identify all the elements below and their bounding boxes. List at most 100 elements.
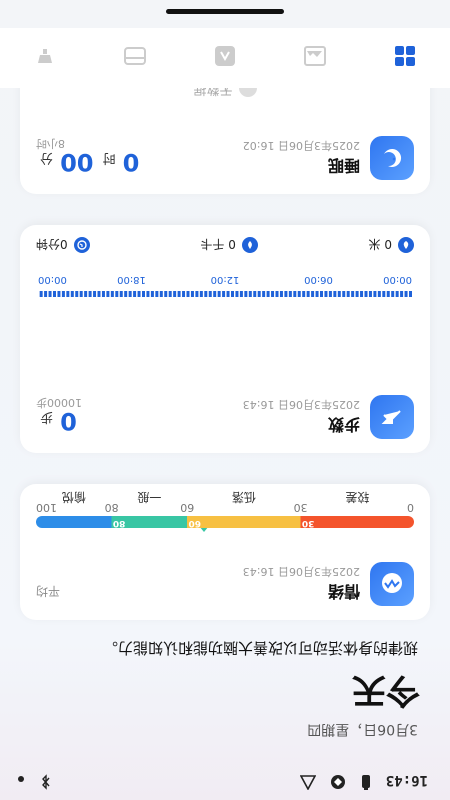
steps-bar (217, 291, 221, 297)
steps-bar (88, 291, 92, 297)
steps-footer: 0 米 0 千卡 0分钟 (36, 233, 414, 257)
sleep-minutes: 00 (60, 148, 94, 176)
grid-icon (395, 46, 415, 66)
label-bad: 较差 (345, 490, 370, 504)
steps-bar (266, 291, 270, 297)
steps-bar (70, 291, 74, 297)
steps-bar (84, 291, 88, 297)
steps-bar (93, 291, 97, 297)
steps-bar (324, 291, 328, 297)
tab-bar (0, 28, 450, 88)
steps-card[interactable]: 步数 2025年3月06日 16:43 0 步 10000步 00:00 06:0… (20, 225, 430, 453)
steps-bar (297, 291, 301, 297)
steps-bar (159, 291, 163, 297)
steps-bar (271, 291, 275, 297)
scale-value-80: 80 (112, 518, 126, 528)
scale-value-30: 30 (301, 518, 315, 528)
steps-axis-tick: 12:00 (211, 274, 240, 285)
distance-value: 0 米 (368, 237, 392, 252)
steps-bar (79, 291, 83, 297)
steps-bar (391, 291, 395, 297)
sport-icon (215, 46, 235, 66)
steps-bar (320, 291, 323, 297)
steps-axis-tick: 18:00 (117, 274, 146, 285)
steps-bar (115, 291, 119, 297)
steps-bar (248, 291, 252, 297)
steps-bar (66, 291, 70, 297)
steps-bar (44, 291, 48, 297)
screen: 16:43 3月06日，星期四 今天 规律的身体活动可以改善大脑功能和认知能力。 (0, 0, 450, 800)
tab-sport[interactable] (212, 45, 238, 67)
tab-device[interactable] (302, 45, 328, 67)
steps-axis-tick: 00:00 (38, 274, 67, 285)
steps-bar (48, 291, 52, 297)
steps-bar (404, 291, 408, 297)
steps-bar (342, 291, 346, 297)
steps-bar (195, 291, 199, 297)
steps-bar (173, 291, 177, 297)
scale-value-60: 60 (188, 518, 201, 528)
mood-icon (370, 562, 414, 606)
steps-bar (213, 291, 217, 297)
steps-bar (97, 291, 101, 297)
steps-bar (257, 291, 261, 297)
bluetooth-icon (40, 770, 52, 790)
steps-chart: 00:00 06:00 12:00 18:00 00:00 (38, 274, 412, 297)
steps-bar (235, 291, 239, 297)
steps-bar (346, 291, 350, 297)
mood-time: 2025年3月06日 16:43 (242, 565, 360, 578)
steps-title: 步数 (327, 415, 360, 434)
steps-bar (168, 291, 172, 297)
distance-icon (398, 237, 414, 253)
steps-bar (128, 291, 132, 297)
steps-bar (244, 291, 248, 297)
steps-bar (306, 291, 310, 297)
page-title: 今天 (352, 670, 420, 710)
steps-bar (279, 291, 283, 297)
label-low: 低落 (231, 490, 256, 504)
steps-bar (337, 291, 341, 297)
steps-bar (208, 291, 212, 297)
steps-bar (409, 291, 412, 297)
steps-bar (39, 291, 43, 297)
steps-bar (186, 291, 190, 297)
mood-scale-labels: 较差 低落 一般 愉悦 (36, 490, 414, 516)
tab-home[interactable] (392, 45, 418, 67)
steps-bar (146, 291, 150, 297)
steps-bar (142, 291, 145, 297)
steps-bar (328, 291, 332, 297)
steps-bar (293, 291, 297, 297)
steps-bar (61, 291, 65, 297)
steps-bar (386, 291, 390, 297)
steps-target: 10000步 (36, 396, 82, 409)
mood-scale-bar: 30 60 80 (36, 516, 414, 528)
label-normal: 一般 (137, 490, 162, 504)
dot-icon (18, 773, 24, 788)
steps-bar (150, 291, 154, 297)
card-icon (124, 47, 146, 65)
steps-axis-tick: 00:00 (383, 274, 412, 285)
clock-icon (73, 237, 90, 253)
steps-bar (137, 291, 141, 297)
steps-bar (53, 291, 56, 297)
tab-health[interactable] (122, 45, 148, 67)
steps-bar (164, 291, 168, 297)
sleep-hours-unit: 时 (102, 150, 116, 165)
steps-bar (190, 291, 194, 297)
steps-bar (199, 291, 203, 297)
steps-bar (311, 291, 315, 297)
sleep-hours: 0 (122, 148, 140, 176)
steps-bar (377, 291, 381, 297)
steps-bar (373, 291, 377, 297)
distance-item: 0 米 (369, 237, 414, 254)
mood-card[interactable]: 情绪 2025年3月06日 16:43 平均 30 60 80 0 30 60 … (20, 484, 430, 620)
sleep-minutes-unit: 分 (40, 150, 54, 165)
steps-bar (262, 291, 266, 297)
label-happy: 愉悦 (61, 490, 86, 504)
status-time: 16:43 (385, 772, 428, 788)
steps-bar (364, 291, 368, 297)
motto-text: 规律的身体活动可以改善大脑功能和认知能力。 (102, 639, 418, 657)
steps-unit: 步 (40, 409, 54, 424)
tab-profile[interactable] (32, 45, 58, 67)
steps-bar (382, 291, 386, 297)
